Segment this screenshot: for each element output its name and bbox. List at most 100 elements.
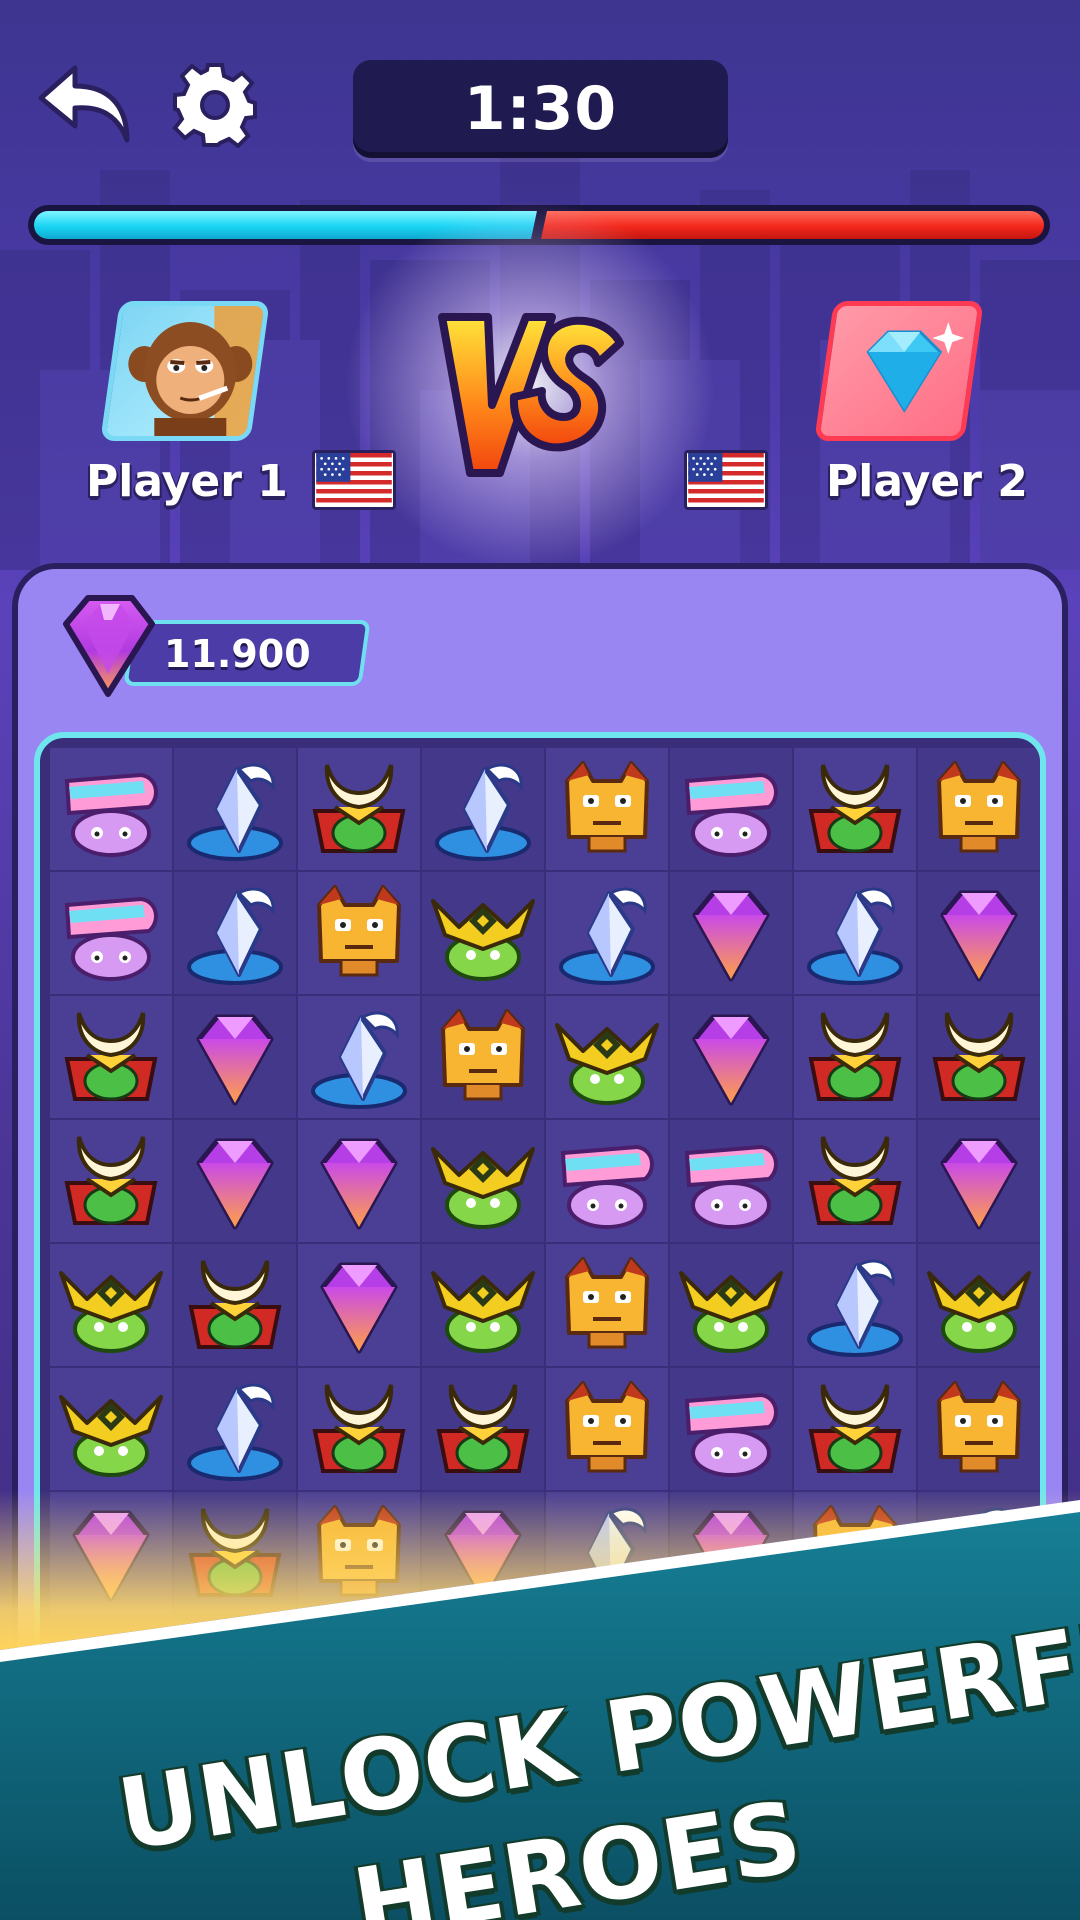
board-cell xyxy=(546,1120,668,1242)
gear-icon xyxy=(172,63,257,148)
board-cell xyxy=(546,1244,668,1366)
board-cell xyxy=(298,748,420,870)
helmet-tile-icon[interactable] xyxy=(673,751,789,867)
crystal-tile-icon[interactable] xyxy=(177,1371,293,1487)
gem-tile-icon[interactable] xyxy=(301,1247,417,1363)
board-cell xyxy=(422,1120,544,1242)
crystal-tile-icon[interactable] xyxy=(425,751,541,867)
gem-tile-icon[interactable] xyxy=(301,1123,417,1239)
helmet-tile-icon[interactable] xyxy=(53,875,169,991)
gem-tile-icon[interactable] xyxy=(177,1123,293,1239)
board-cell xyxy=(50,1244,172,1366)
cat-tile-icon[interactable] xyxy=(921,1371,1037,1487)
board-cell xyxy=(50,872,172,994)
cat-tile-icon[interactable] xyxy=(921,751,1037,867)
samurai-tile-icon[interactable] xyxy=(797,1371,913,1487)
viking-tile-icon[interactable] xyxy=(53,1247,169,1363)
vs-emblem xyxy=(310,185,750,585)
samurai-tile-icon[interactable] xyxy=(797,1123,913,1239)
board-cell xyxy=(174,1120,296,1242)
crystal-tile-icon[interactable] xyxy=(549,875,665,991)
diamond-avatar xyxy=(814,301,984,441)
samurai-tile-icon[interactable] xyxy=(53,999,169,1115)
back-button[interactable] xyxy=(30,50,140,160)
helmet-tile-icon[interactable] xyxy=(549,1123,665,1239)
viking-tile-icon[interactable] xyxy=(425,875,541,991)
gem-tile-icon[interactable] xyxy=(921,1123,1037,1239)
board-cell xyxy=(546,1368,668,1490)
promo-banner: UNLOCK POWERFUL HEROES xyxy=(0,1490,1080,1920)
samurai-tile-icon[interactable] xyxy=(797,751,913,867)
samurai-tile-icon[interactable] xyxy=(797,999,913,1115)
board-cell xyxy=(546,872,668,994)
board-cell xyxy=(918,872,1040,994)
board-cell xyxy=(298,996,420,1118)
board-cell xyxy=(298,872,420,994)
viking-tile-icon[interactable] xyxy=(425,1123,541,1239)
gem-tile-icon[interactable] xyxy=(673,875,789,991)
helmet-tile-icon[interactable] xyxy=(673,1371,789,1487)
gem-count: 11.900 xyxy=(164,632,311,676)
board-cell xyxy=(670,1244,792,1366)
board-cell xyxy=(422,748,544,870)
match-timer: 1:30 xyxy=(353,60,728,158)
samurai-tile-icon[interactable] xyxy=(177,1247,293,1363)
viking-tile-icon[interactable] xyxy=(921,1247,1037,1363)
samurai-tile-icon[interactable] xyxy=(53,1123,169,1239)
viking-tile-icon[interactable] xyxy=(53,1371,169,1487)
board-cell xyxy=(422,996,544,1118)
board-cell xyxy=(174,996,296,1118)
board-cell xyxy=(50,1368,172,1490)
cat-tile-icon[interactable] xyxy=(549,1371,665,1487)
settings-button[interactable] xyxy=(160,50,270,160)
samurai-tile-icon[interactable] xyxy=(921,999,1037,1115)
helmet-tile-icon[interactable] xyxy=(53,751,169,867)
board-cell xyxy=(670,748,792,870)
player2-flag-icon xyxy=(684,450,768,510)
viking-tile-icon[interactable] xyxy=(549,999,665,1115)
gem-tile-icon[interactable] xyxy=(921,875,1037,991)
player1-name: Player 1 xyxy=(86,456,288,507)
crystal-tile-icon[interactable] xyxy=(797,1247,913,1363)
crystal-tile-icon[interactable] xyxy=(301,999,417,1115)
viking-tile-icon[interactable] xyxy=(425,1247,541,1363)
samurai-tile-icon[interactable] xyxy=(301,751,417,867)
cat-tile-icon[interactable] xyxy=(301,875,417,991)
cat-tile-icon[interactable] xyxy=(549,751,665,867)
samurai-tile-icon[interactable] xyxy=(425,1371,541,1487)
cat-tile-icon[interactable] xyxy=(425,999,541,1115)
player1-flag-icon xyxy=(312,450,396,510)
board-cell xyxy=(422,1244,544,1366)
board-cell xyxy=(794,1120,916,1242)
board-cell xyxy=(918,996,1040,1118)
crystal-tile-icon[interactable] xyxy=(797,875,913,991)
board-cell xyxy=(174,872,296,994)
board-cell xyxy=(546,748,668,870)
board-cell xyxy=(794,872,916,994)
board-cell xyxy=(174,748,296,870)
board-cell xyxy=(670,996,792,1118)
crystal-tile-icon[interactable] xyxy=(177,875,293,991)
board-cell xyxy=(546,996,668,1118)
vs-logo xyxy=(438,313,624,477)
samurai-tile-icon[interactable] xyxy=(301,1371,417,1487)
board-cell xyxy=(794,996,916,1118)
gem-tile-icon[interactable] xyxy=(673,999,789,1115)
board-cell xyxy=(298,1368,420,1490)
gem-tile-icon[interactable] xyxy=(177,999,293,1115)
board-cell xyxy=(174,1368,296,1490)
board-grid xyxy=(50,748,1040,1614)
crystal-tile-icon[interactable] xyxy=(177,751,293,867)
back-arrow-icon xyxy=(38,65,130,143)
board-cell xyxy=(670,1368,792,1490)
purple-gem-icon xyxy=(63,595,155,697)
cat-tile-icon[interactable] xyxy=(549,1247,665,1363)
top-bar: 1:30 xyxy=(0,0,1080,200)
board-cell xyxy=(298,1244,420,1366)
board-cell xyxy=(670,1120,792,1242)
viking-tile-icon[interactable] xyxy=(673,1247,789,1363)
board-cell xyxy=(50,1120,172,1242)
helmet-tile-icon[interactable] xyxy=(673,1123,789,1239)
player2-name: Player 2 xyxy=(826,456,1028,507)
board-cell xyxy=(422,872,544,994)
